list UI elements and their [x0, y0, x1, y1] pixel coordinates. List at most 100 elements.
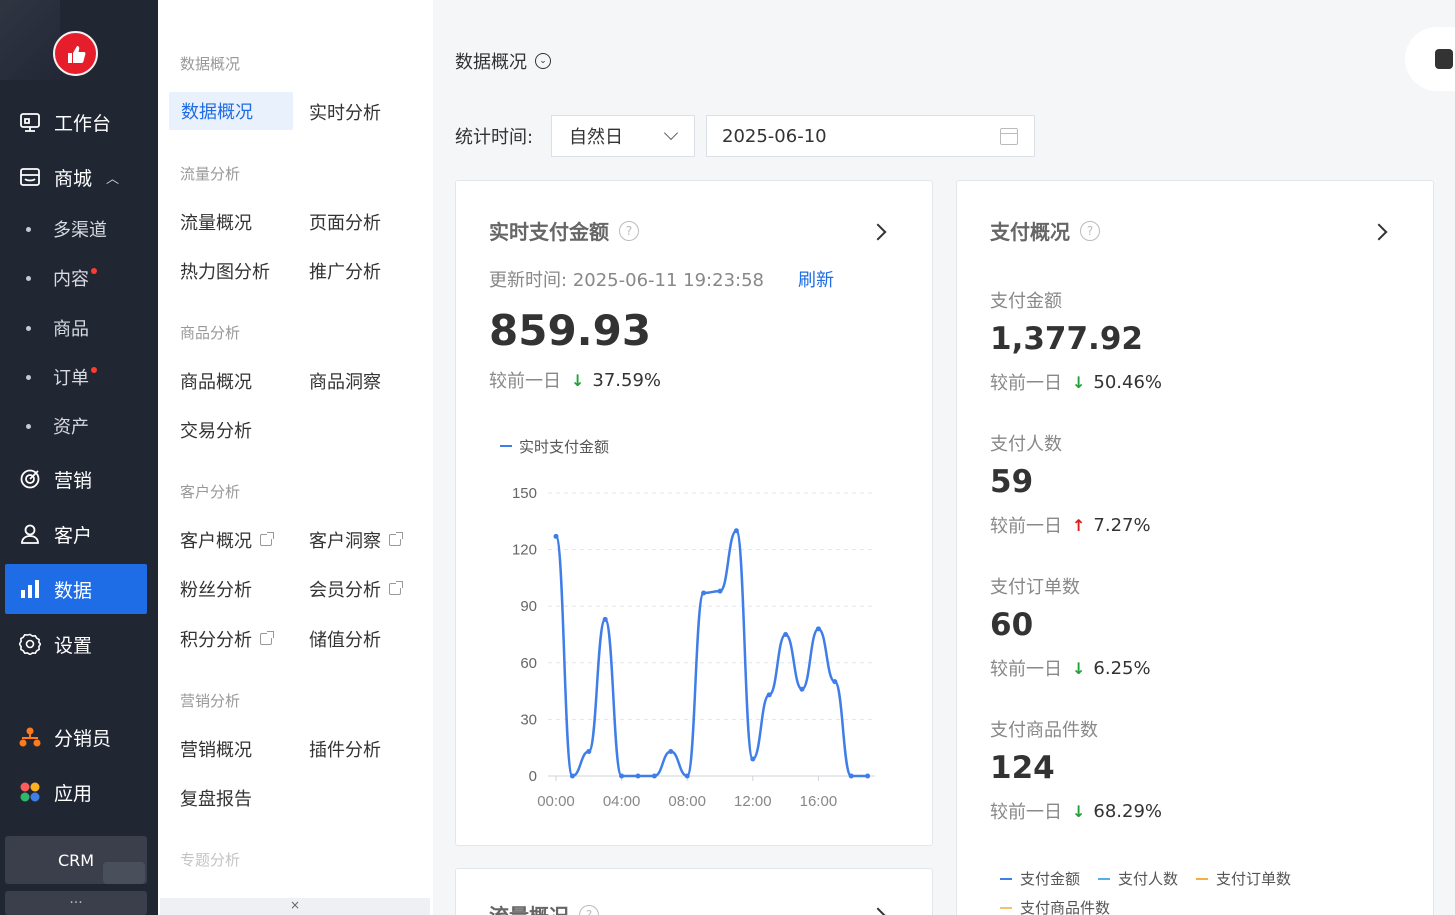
help-icon[interactable]: ? [619, 220, 639, 241]
data-point [684, 773, 690, 779]
x-tick-label: 12:00 [734, 793, 772, 810]
compare-label: 较前一日 [990, 659, 1062, 680]
metric-value: 59 [990, 464, 1034, 500]
metric-label: 支付商品件数 [990, 720, 1098, 741]
nav-item-distributor[interactable]: 分销员 [0, 712, 158, 762]
more-button[interactable]: ··· [5, 891, 147, 915]
page-title[interactable]: 数据概况 ⌄ [455, 48, 551, 74]
menu-item[interactable]: 热力图分析 [180, 258, 270, 284]
period-select[interactable]: 自然日 [551, 115, 695, 157]
widget-icon [1435, 49, 1453, 69]
realtime-amount: 859.93 [489, 306, 652, 355]
nav-item-marketing[interactable]: 营销 [0, 454, 158, 504]
date-value: 2025-06-10 [722, 125, 827, 147]
bullet [26, 374, 31, 380]
legend-swatch [1098, 877, 1110, 880]
nav-item-data[interactable]: 数据 [5, 564, 147, 614]
external-link-icon [260, 631, 274, 645]
legend-label: 支付人数 [1118, 870, 1179, 888]
main-nav: 工作台 商城 ︿ 多渠道 内容 商品 订单 资产 营销 客户 数据 设置 分销员… [0, 0, 158, 915]
data-point [701, 590, 707, 596]
menu-item-data-overview[interactable]: 数据概况 [169, 92, 293, 130]
floating-widget[interactable] [1405, 27, 1455, 91]
nav-label: 数据 [54, 579, 93, 602]
apps-icon [17, 779, 43, 805]
menu-item[interactable]: 客户概况 [180, 527, 274, 553]
data-point [750, 756, 756, 762]
menu-group-title: 营销分析 [180, 692, 241, 710]
nav-item-settings[interactable]: 设置 [0, 619, 158, 669]
legend-item[interactable]: 支付订单数 [1196, 868, 1291, 889]
menu-item[interactable]: 流量概况 [180, 209, 252, 235]
legend-swatch [1000, 877, 1012, 880]
arrow-up-icon: ↑ [1072, 515, 1086, 535]
compare-row: 较前一日 ↑ 7.27% [990, 512, 1151, 538]
menu-item[interactable]: 插件分析 [309, 736, 381, 762]
period-select-value: 自然日 [569, 127, 623, 148]
menu-item-label: 积分分析 [180, 630, 252, 651]
nav-label: 设置 [54, 634, 93, 657]
external-link-icon [389, 581, 403, 595]
nav-item-customers[interactable]: 客户 [0, 509, 158, 559]
data-point [733, 528, 739, 534]
data-submenu: 数据概况 数据概况 实时分析 流量分析 流量概况 页面分析 热力图分析 推广分析… [158, 0, 433, 915]
menu-item[interactable]: 交易分析 [180, 417, 252, 443]
menu-item[interactable]: 复盘报告 [180, 785, 252, 811]
data-point [569, 773, 575, 779]
compare-pct: 6.25% [1093, 657, 1151, 679]
menu-item[interactable]: 积分分析 [180, 626, 274, 652]
y-tick-label: 30 [520, 711, 537, 728]
data-point [619, 773, 625, 779]
thumbs-up-logo-icon[interactable] [53, 31, 98, 76]
menu-item[interactable]: 营销概况 [180, 736, 252, 762]
legend-item[interactable]: 支付商品件数 [1000, 897, 1110, 915]
menu-item[interactable]: 页面分析 [309, 209, 381, 235]
refresh-link[interactable]: 刷新 [798, 266, 834, 292]
nav-item-workbench[interactable]: 工作台 [0, 97, 158, 147]
bullet [26, 423, 31, 429]
nav-sub-assets[interactable]: 资产 [0, 404, 158, 448]
nav-label: 应用 [54, 782, 93, 805]
realtime-line-chart: 0 30 60 90 120 150 00:00 04:00 08:00 12:00 16:00 实… [500, 438, 875, 810]
crm-button[interactable]: CRM [5, 836, 147, 884]
nav-sub-label: 商品 [53, 319, 89, 340]
menu-item-realtime[interactable]: 实时分析 [309, 99, 381, 125]
nav-sub-content[interactable]: 内容 [0, 256, 158, 300]
menu-item[interactable]: 会员分析 [309, 576, 403, 602]
external-link-icon [260, 532, 274, 546]
more-label: ··· [69, 895, 83, 911]
bullet [26, 226, 31, 232]
collapse-bar[interactable]: × [160, 898, 430, 915]
compare-row: 较前一日 ↓ 37.59% [489, 367, 661, 393]
y-tick-label: 60 [520, 655, 537, 672]
menu-item[interactable]: 商品概况 [180, 368, 252, 394]
compare-label: 较前一日 [489, 371, 561, 392]
nav-label: 工作台 [54, 112, 112, 135]
data-point [668, 748, 674, 754]
nav-sub-label: 多渠道 [53, 220, 107, 241]
card-title-text: 实时支付金额 [489, 220, 609, 244]
menu-item[interactable]: 推广分析 [309, 258, 381, 284]
compare-pct: 37.59% [592, 369, 662, 391]
legend-item[interactable]: 支付人数 [1098, 868, 1178, 889]
legend-label: 实时支付金额 [519, 438, 609, 456]
menu-item[interactable]: 粉丝分析 [180, 576, 252, 602]
compare-row: 较前一日 ↓ 68.29% [990, 798, 1162, 824]
menu-item[interactable]: 商品洞察 [309, 368, 381, 394]
legend-item[interactable]: 支付金额 [1000, 868, 1080, 889]
card-title: 支付概况 ? [990, 216, 1100, 245]
user-icon [17, 521, 43, 547]
nav-item-store[interactable]: 商城 ︿ [0, 152, 158, 202]
menu-item[interactable]: 客户洞察 [309, 527, 403, 553]
menu-item[interactable]: 储值分析 [309, 626, 381, 652]
help-icon[interactable]: ? [1080, 220, 1100, 241]
x-tick-label: 16:00 [800, 793, 838, 810]
date-picker[interactable]: 2025-06-10 [706, 115, 1035, 157]
metric-value: 1,377.92 [990, 321, 1143, 357]
y-tick-label: 90 [520, 598, 537, 615]
nav-sub-goods[interactable]: 商品 [0, 306, 158, 350]
nav-sub-orders[interactable]: 订单 [0, 355, 158, 399]
nav-sub-multichannel[interactable]: 多渠道 [0, 207, 158, 251]
nav-item-apps[interactable]: 应用 [0, 767, 158, 817]
help-icon[interactable]: ? [579, 904, 599, 915]
